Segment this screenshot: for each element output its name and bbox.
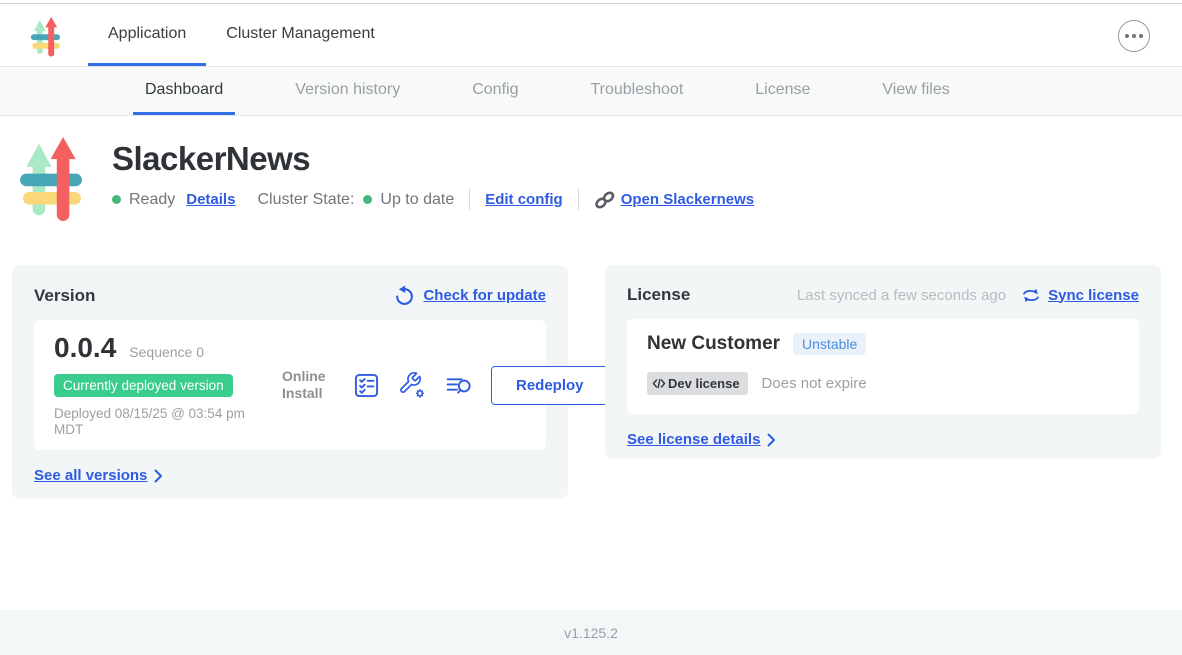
tab-application[interactable]: Application <box>88 4 206 66</box>
subnav-view-files[interactable]: View files <box>870 67 961 115</box>
open-app-link-label: Open Slackernews <box>621 191 754 208</box>
app-header: Application Cluster Management <box>0 4 1182 67</box>
sequence-label: Sequence 0 <box>129 344 204 360</box>
app-hero: SlackerNews Ready Details Cluster State:… <box>0 116 1182 221</box>
customer-name: New Customer <box>647 333 780 355</box>
license-card: License Last synced a few seconds ago Sy… <box>605 265 1161 459</box>
app-subnav: Dashboard Version history Config Trouble… <box>0 67 1182 116</box>
version-card: Version Check for update 0.0.4 Sequence … <box>12 265 568 499</box>
see-license-details-link: See license details <box>627 431 760 448</box>
subnav-license[interactable]: License <box>743 67 822 115</box>
dashboard-cards: Version Check for update 0.0.4 Sequence … <box>0 221 1182 499</box>
cluster-state-label: Cluster State: <box>257 191 354 209</box>
app-logo-icon <box>17 136 85 221</box>
chevron-right-icon <box>154 469 163 483</box>
code-icon <box>652 377 666 390</box>
edit-config-icon[interactable] <box>399 372 426 399</box>
cluster-state-value: Up to date <box>380 191 454 209</box>
slackernews-logo-icon <box>30 16 61 57</box>
subnav-dashboard[interactable]: Dashboard <box>133 67 235 115</box>
check-for-update[interactable]: Check for update <box>394 285 546 306</box>
deployed-status-badge: Currently deployed version <box>54 374 233 397</box>
open-app-link[interactable]: Open Slackernews <box>594 190 754 210</box>
app-status-row: Ready Details Cluster State: Up to date … <box>112 189 754 210</box>
status-details-link[interactable]: Details <box>186 191 235 208</box>
preflight-checks-icon[interactable] <box>353 372 380 399</box>
see-license-details[interactable]: See license details <box>627 431 1139 448</box>
header-tabs: Application Cluster Management <box>88 4 395 66</box>
license-type-badge: Dev license <box>647 372 748 395</box>
edit-config-link[interactable]: Edit config <box>485 191 563 208</box>
console-footer: v1.125.2 <box>0 610 1182 655</box>
license-type-label: Dev license <box>668 376 740 391</box>
page-title: SlackerNews <box>112 140 754 178</box>
license-details-panel: New Customer Unstable Dev license Does n… <box>627 319 1139 414</box>
license-expiry: Does not expire <box>762 375 867 392</box>
view-files-icon[interactable] <box>445 372 472 399</box>
chevron-right-icon <box>767 433 776 447</box>
more-menu-button[interactable] <box>1118 20 1150 52</box>
subnav-version-history[interactable]: Version history <box>283 67 412 115</box>
deployed-timestamp: Deployed 08/15/25 @ 03:54 pm MDT <box>54 406 264 438</box>
check-for-update-link: Check for update <box>423 287 546 304</box>
version-card-title: Version <box>34 286 95 306</box>
ready-status-dot-icon <box>112 195 121 204</box>
sync-license-link: Sync license <box>1048 287 1139 304</box>
see-all-versions-link: See all versions <box>34 467 147 484</box>
refresh-icon <box>394 285 415 306</box>
version-number: 0.0.4 <box>54 332 116 364</box>
install-type-label: Online Install <box>282 368 334 403</box>
chain-link-icon <box>594 190 616 210</box>
subnav-config[interactable]: Config <box>460 67 530 115</box>
divider <box>578 189 579 210</box>
sync-arrows-icon <box>1021 287 1041 304</box>
see-all-versions[interactable]: See all versions <box>34 467 546 484</box>
channel-badge: Unstable <box>793 333 866 355</box>
current-version-panel: 0.0.4 Sequence 0 Currently deployed vers… <box>34 320 546 450</box>
ellipsis-icon <box>1125 34 1129 38</box>
sync-license[interactable]: Sync license <box>1021 287 1139 304</box>
ready-status-label: Ready <box>129 191 175 209</box>
cluster-status-dot-icon <box>363 195 372 204</box>
subnav-troubleshoot[interactable]: Troubleshoot <box>578 67 695 115</box>
console-version-label: v1.125.2 <box>564 625 618 641</box>
tab-cluster-management[interactable]: Cluster Management <box>206 4 395 66</box>
divider <box>469 189 470 210</box>
last-synced-label: Last synced a few seconds ago <box>797 287 1006 304</box>
redeploy-button[interactable]: Redeploy <box>491 366 609 405</box>
license-card-title: License <box>627 285 690 305</box>
